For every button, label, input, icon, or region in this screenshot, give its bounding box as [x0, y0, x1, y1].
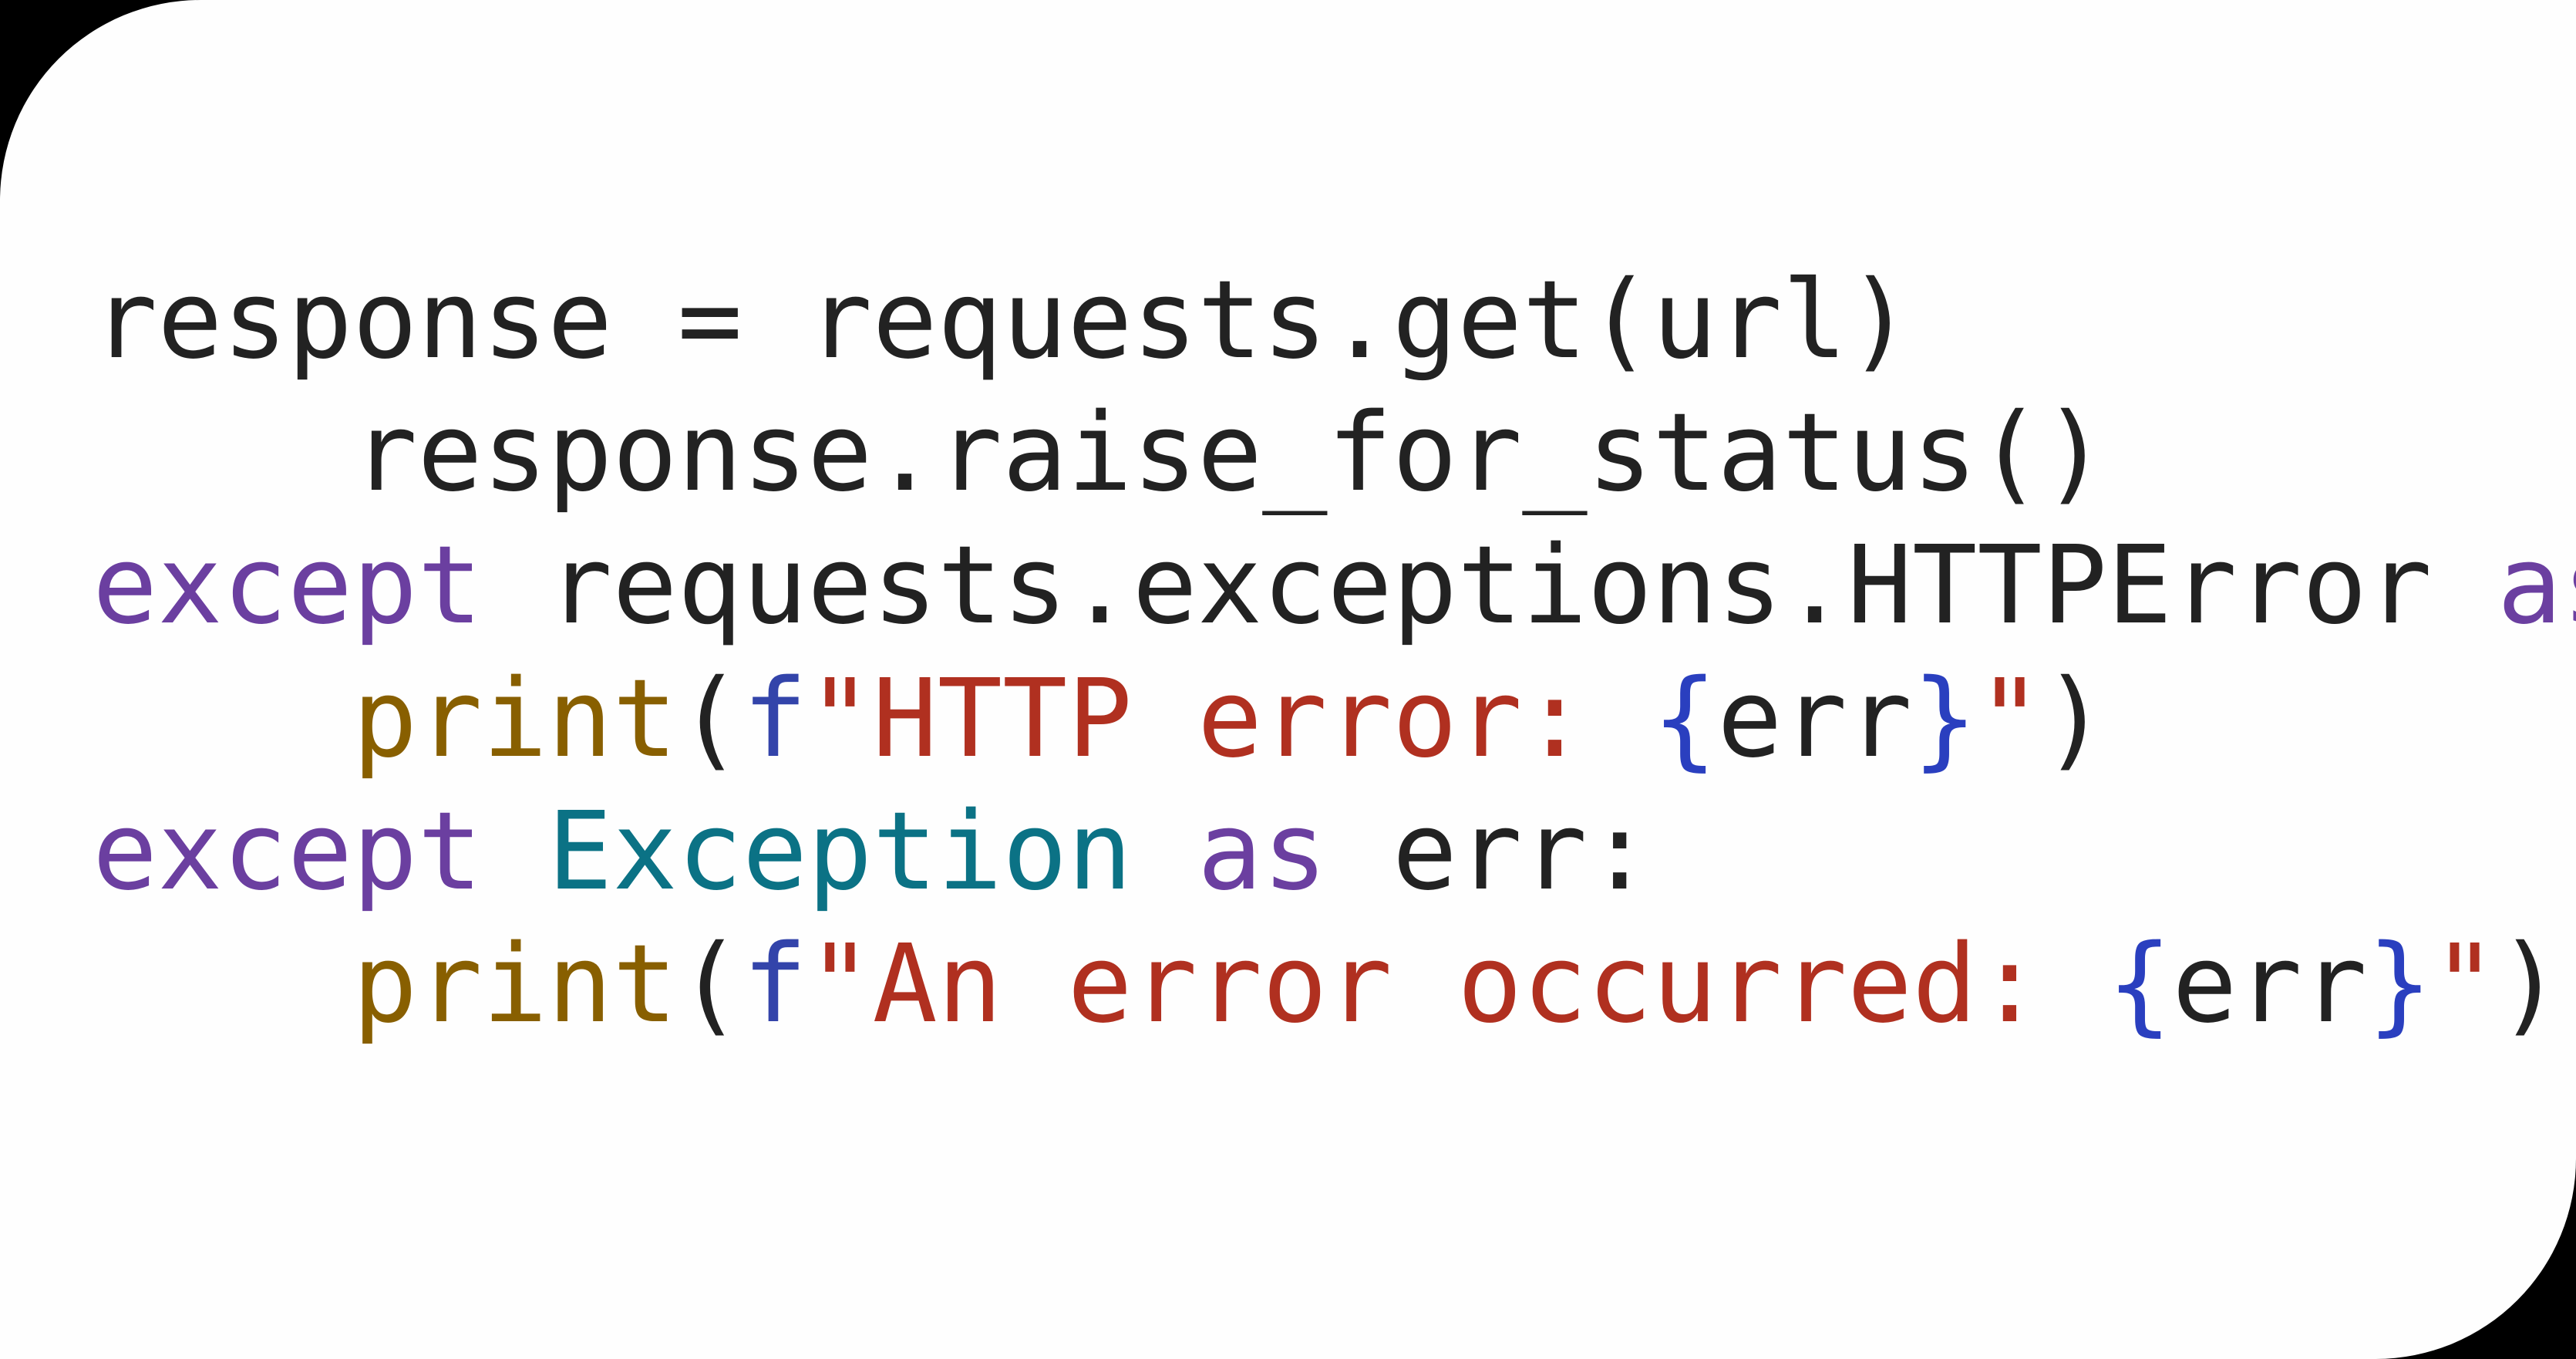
python-code-snippet: response = requests.get(url) response.ra…	[93, 255, 2576, 1051]
code-token: }	[1912, 656, 1977, 782]
code-token: "	[807, 922, 872, 1047]
code-token: print	[352, 656, 677, 782]
code-token: )	[2497, 922, 2562, 1047]
code-token: print	[352, 922, 677, 1047]
code-token: except	[93, 789, 483, 915]
code-token: {	[2107, 922, 2172, 1047]
code-token: err	[2172, 922, 2367, 1047]
code-token: response.raise_for_status()	[352, 390, 2107, 516]
code-token: Exception	[547, 789, 1133, 915]
code-token: response = requests.get(url)	[93, 258, 1912, 383]
code-token: requests.exceptions.HTTPError	[483, 523, 2497, 649]
code-token: as	[2497, 523, 2576, 649]
code-token: (	[678, 922, 742, 1047]
code-token: f	[742, 922, 807, 1047]
code-token: {	[1652, 656, 1717, 782]
code-token: )	[2042, 656, 2107, 782]
code-token: except	[93, 523, 483, 649]
code-token: err	[1717, 656, 1912, 782]
code-token: (	[678, 656, 742, 782]
code-token: err:	[1328, 789, 1652, 915]
code-token: f	[742, 656, 807, 782]
code-card: response = requests.get(url) response.ra…	[0, 0, 2576, 1359]
code-token: "	[2432, 922, 2497, 1047]
code-token: HTTP error:	[872, 656, 1652, 782]
code-token: "	[807, 656, 872, 782]
code-token: as	[1197, 789, 1328, 915]
code-token: "	[1977, 656, 2042, 782]
code-token	[483, 789, 547, 915]
code-token	[1133, 789, 1197, 915]
code-token: An error occurred:	[872, 922, 2106, 1047]
code-token: }	[2367, 922, 2432, 1047]
